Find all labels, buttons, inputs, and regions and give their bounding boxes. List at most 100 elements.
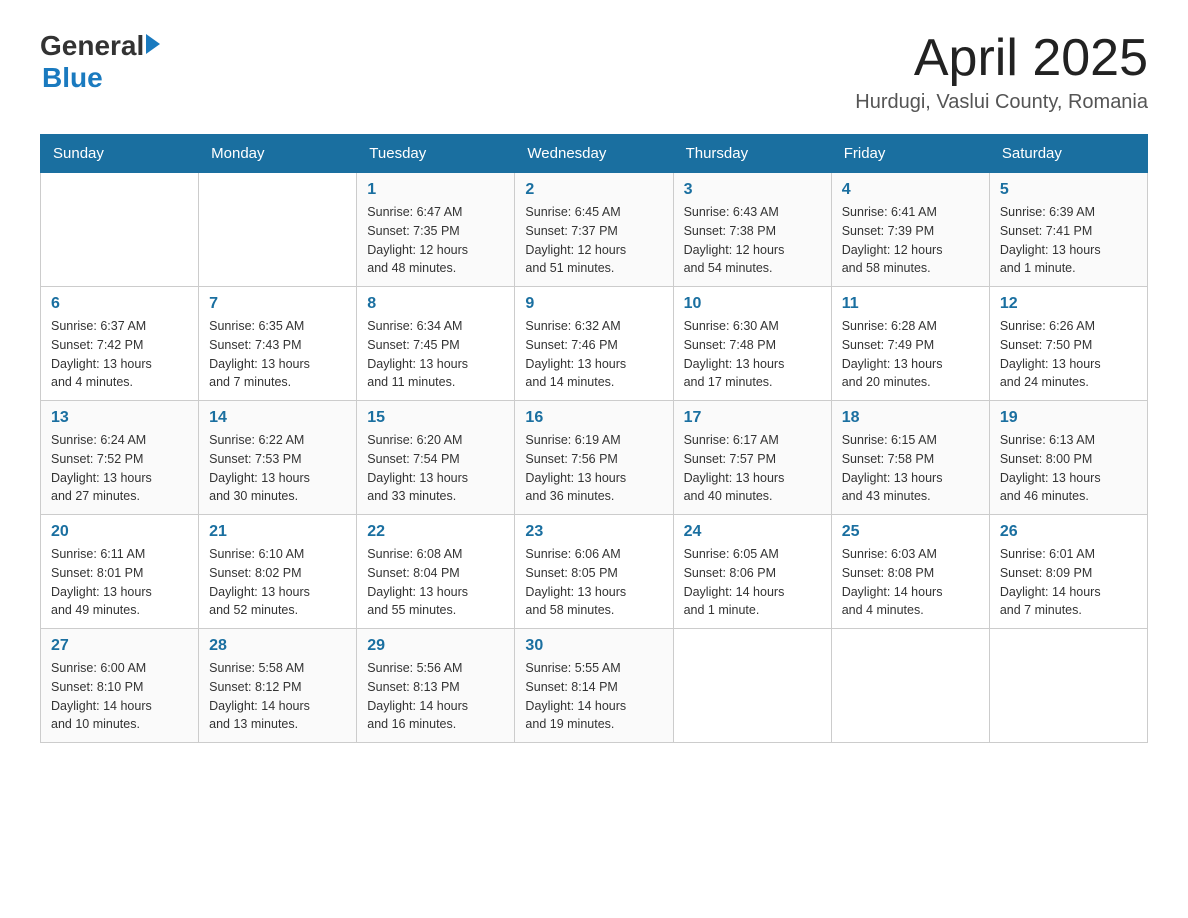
day-number: 18: [842, 409, 979, 427]
table-row: 15 Sunrise: 6:20 AMSunset: 7:54 PMDayligh…: [357, 401, 515, 515]
day-info: Sunrise: 6:11 AMSunset: 8:01 PMDaylight:…: [51, 545, 188, 620]
day-info: Sunrise: 5:58 AMSunset: 8:12 PMDaylight:…: [209, 659, 346, 734]
day-number: 23: [525, 523, 662, 541]
table-row: 5 Sunrise: 6:39 AMSunset: 7:41 PMDaylight…: [989, 173, 1147, 287]
day-info: Sunrise: 6:41 AMSunset: 7:39 PMDaylight:…: [842, 203, 979, 278]
day-info: Sunrise: 6:34 AMSunset: 7:45 PMDaylight:…: [367, 317, 504, 392]
logo-text-blue: Blue: [42, 62, 160, 94]
calendar-title: April 2025: [855, 30, 1148, 87]
header-wednesday: Wednesday: [515, 135, 673, 173]
day-info: Sunrise: 6:30 AMSunset: 7:48 PMDaylight:…: [684, 317, 821, 392]
calendar-header-row: Sunday Monday Tuesday Wednesday Thursday…: [41, 135, 1148, 173]
table-row: [989, 629, 1147, 743]
table-row: 25Sunrise: 6:03 AMSunset: 8:08 PMDayligh…: [831, 515, 989, 629]
table-row: 26 Sunrise: 6:01 AMSunset: 8:09 PMDayligh…: [989, 515, 1147, 629]
day-info: Sunrise: 6:35 AMSunset: 7:43 PMDaylight:…: [209, 317, 346, 392]
day-number: 29: [367, 637, 504, 655]
day-info: Sunrise: 5:55 AMSunset: 8:14 PMDaylight:…: [525, 659, 662, 734]
day-number: 9: [525, 295, 662, 313]
header-tuesday: Tuesday: [357, 135, 515, 173]
calendar-week-row: 20 Sunrise: 6:11 AMSunset: 8:01 PMDayligh…: [41, 515, 1148, 629]
day-number: 19: [1000, 409, 1137, 427]
day-info: Sunrise: 6:26 AMSunset: 7:50 PMDaylight:…: [1000, 317, 1137, 392]
table-row: 7 Sunrise: 6:35 AMSunset: 7:43 PMDaylight…: [199, 287, 357, 401]
day-info: Sunrise: 6:06 AMSunset: 8:05 PMDaylight:…: [525, 545, 662, 620]
table-row: 29 Sunrise: 5:56 AMSunset: 8:13 PMDayligh…: [357, 629, 515, 743]
table-row: 24 Sunrise: 6:05 AMSunset: 8:06 PMDayligh…: [673, 515, 831, 629]
calendar-week-row: 1Sunrise: 6:47 AMSunset: 7:35 PMDaylight…: [41, 173, 1148, 287]
day-number: 3: [684, 181, 821, 199]
day-number: 8: [367, 295, 504, 313]
day-info: Sunrise: 6:00 AMSunset: 8:10 PMDaylight:…: [51, 659, 188, 734]
day-info: Sunrise: 6:28 AMSunset: 7:49 PMDaylight:…: [842, 317, 979, 392]
day-info: Sunrise: 6:32 AMSunset: 7:46 PMDaylight:…: [525, 317, 662, 392]
table-row: 3 Sunrise: 6:43 AMSunset: 7:38 PMDaylight…: [673, 173, 831, 287]
calendar-week-row: 13 Sunrise: 6:24 AMSunset: 7:52 PMDayligh…: [41, 401, 1148, 515]
day-number: 17: [684, 409, 821, 427]
logo-arrow-icon: [146, 34, 160, 54]
day-number: 14: [209, 409, 346, 427]
day-number: 7: [209, 295, 346, 313]
day-number: 16: [525, 409, 662, 427]
table-row: [41, 173, 199, 287]
logo-text-general: General: [40, 30, 144, 62]
day-info: Sunrise: 6:22 AMSunset: 7:53 PMDaylight:…: [209, 431, 346, 506]
calendar-subtitle: Hurdugi, Vaslui County, Romania: [855, 91, 1148, 114]
table-row: 20 Sunrise: 6:11 AMSunset: 8:01 PMDayligh…: [41, 515, 199, 629]
day-info: Sunrise: 6:13 AMSunset: 8:00 PMDaylight:…: [1000, 431, 1137, 506]
table-row: 2Sunrise: 6:45 AMSunset: 7:37 PMDaylight…: [515, 173, 673, 287]
day-info: Sunrise: 6:03 AMSunset: 8:08 PMDaylight:…: [842, 545, 979, 620]
day-number: 15: [367, 409, 504, 427]
day-info: Sunrise: 6:39 AMSunset: 7:41 PMDaylight:…: [1000, 203, 1137, 278]
day-number: 5: [1000, 181, 1137, 199]
day-info: Sunrise: 6:05 AMSunset: 8:06 PMDaylight:…: [684, 545, 821, 620]
header-friday: Friday: [831, 135, 989, 173]
header-sunday: Sunday: [41, 135, 199, 173]
table-row: 30Sunrise: 5:55 AMSunset: 8:14 PMDayligh…: [515, 629, 673, 743]
table-row: 28 Sunrise: 5:58 AMSunset: 8:12 PMDayligh…: [199, 629, 357, 743]
day-number: 26: [1000, 523, 1137, 541]
logo: General Blue: [40, 30, 160, 94]
day-number: 6: [51, 295, 188, 313]
day-info: Sunrise: 6:15 AMSunset: 7:58 PMDaylight:…: [842, 431, 979, 506]
day-info: Sunrise: 6:08 AMSunset: 8:04 PMDaylight:…: [367, 545, 504, 620]
page-header: General Blue April 2025 Hurdugi, Vaslui …: [40, 30, 1148, 114]
calendar-week-row: 27 Sunrise: 6:00 AMSunset: 8:10 PMDayligh…: [41, 629, 1148, 743]
day-number: 21: [209, 523, 346, 541]
day-number: 12: [1000, 295, 1137, 313]
table-row: 19 Sunrise: 6:13 AMSunset: 8:00 PMDayligh…: [989, 401, 1147, 515]
table-row: 10 Sunrise: 6:30 AMSunset: 7:48 PMDayligh…: [673, 287, 831, 401]
table-row: 8 Sunrise: 6:34 AMSunset: 7:45 PMDaylight…: [357, 287, 515, 401]
day-number: 2: [525, 181, 662, 199]
calendar-table: Sunday Monday Tuesday Wednesday Thursday…: [40, 134, 1148, 743]
table-row: [199, 173, 357, 287]
table-row: [673, 629, 831, 743]
day-info: Sunrise: 6:43 AMSunset: 7:38 PMDaylight:…: [684, 203, 821, 278]
table-row: 14 Sunrise: 6:22 AMSunset: 7:53 PMDayligh…: [199, 401, 357, 515]
day-number: 27: [51, 637, 188, 655]
table-row: 18 Sunrise: 6:15 AMSunset: 7:58 PMDayligh…: [831, 401, 989, 515]
day-info: Sunrise: 5:56 AMSunset: 8:13 PMDaylight:…: [367, 659, 504, 734]
table-row: 23 Sunrise: 6:06 AMSunset: 8:05 PMDayligh…: [515, 515, 673, 629]
calendar-week-row: 6Sunrise: 6:37 AMSunset: 7:42 PMDaylight…: [41, 287, 1148, 401]
table-row: 27 Sunrise: 6:00 AMSunset: 8:10 PMDayligh…: [41, 629, 199, 743]
header-saturday: Saturday: [989, 135, 1147, 173]
day-info: Sunrise: 6:17 AMSunset: 7:57 PMDaylight:…: [684, 431, 821, 506]
day-number: 13: [51, 409, 188, 427]
day-info: Sunrise: 6:01 AMSunset: 8:09 PMDaylight:…: [1000, 545, 1137, 620]
day-number: 10: [684, 295, 821, 313]
title-section: April 2025 Hurdugi, Vaslui County, Roman…: [855, 30, 1148, 114]
table-row: 1Sunrise: 6:47 AMSunset: 7:35 PMDaylight…: [357, 173, 515, 287]
day-number: 20: [51, 523, 188, 541]
table-row: 6Sunrise: 6:37 AMSunset: 7:42 PMDaylight…: [41, 287, 199, 401]
day-info: Sunrise: 6:19 AMSunset: 7:56 PMDaylight:…: [525, 431, 662, 506]
day-number: 28: [209, 637, 346, 655]
day-number: 1: [367, 181, 504, 199]
day-info: Sunrise: 6:20 AMSunset: 7:54 PMDaylight:…: [367, 431, 504, 506]
table-row: 21 Sunrise: 6:10 AMSunset: 8:02 PMDayligh…: [199, 515, 357, 629]
day-number: 24: [684, 523, 821, 541]
table-row: 13 Sunrise: 6:24 AMSunset: 7:52 PMDayligh…: [41, 401, 199, 515]
day-info: Sunrise: 6:24 AMSunset: 7:52 PMDaylight:…: [51, 431, 188, 506]
day-info: Sunrise: 6:10 AMSunset: 8:02 PMDaylight:…: [209, 545, 346, 620]
table-row: 17 Sunrise: 6:17 AMSunset: 7:57 PMDayligh…: [673, 401, 831, 515]
